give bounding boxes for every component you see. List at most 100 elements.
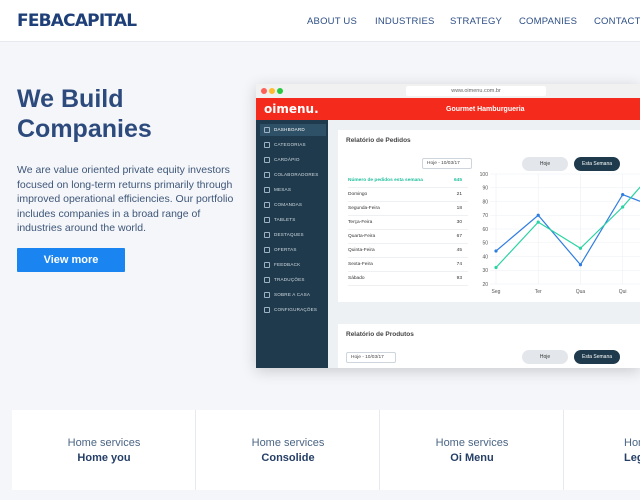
row-label: Segunda-Feira xyxy=(348,206,380,211)
service-name: Legal xyxy=(624,452,640,464)
nav-companies[interactable]: COMPANIES xyxy=(519,16,577,27)
row-label: Quinta-Feira xyxy=(348,248,375,253)
dashboard-icon xyxy=(264,127,270,133)
orders-total-row: Número de pedidos esta semana 645 xyxy=(348,174,468,188)
series-point xyxy=(536,220,540,224)
orders-report-card: Relatório de Pedidos Hoje - 10/03/17 Hoj… xyxy=(338,130,640,302)
translate-icon xyxy=(264,277,270,283)
y-tick-label: 70 xyxy=(482,213,488,219)
y-tick-label: 20 xyxy=(482,282,488,288)
browser-chrome: www.oimenu.com.br xyxy=(256,84,640,98)
sidebar-item-tablets: TABLETS xyxy=(260,214,326,226)
sidebar-item-traducoes: TRADUÇÕES xyxy=(260,274,326,286)
chat-icon xyxy=(264,262,270,268)
sidebar-item-feedback: FEEDBACK xyxy=(260,259,326,271)
sidebar-item-label: SOBRE A CASA xyxy=(274,292,311,297)
row-value: 18 xyxy=(456,206,462,211)
x-tick-label: Qua xyxy=(576,289,586,295)
service-category: Home services xyxy=(624,437,640,449)
nav-contact-us[interactable]: CONTACT US xyxy=(594,16,640,27)
row-value: 645 xyxy=(453,178,462,183)
app-sidebar: DASHBOARD CATEGORIAS CARDÁPIO COLABORADO… xyxy=(256,120,328,368)
series-point xyxy=(578,263,583,267)
row-value: 67 xyxy=(456,234,462,239)
row-label: Quarta-Feira xyxy=(348,234,376,239)
categories-icon xyxy=(264,142,270,148)
row-label: Sábado xyxy=(348,276,365,281)
service-card-home-you[interactable]: Home services Home you xyxy=(12,410,196,490)
table-row: Sexta-Feira 74 xyxy=(348,258,468,272)
sidebar-item-comandas: COMANDAS xyxy=(260,199,326,211)
top-nav: FEBACAPITAL ABOUT US INDUSTRIES STRATEGY… xyxy=(0,0,640,42)
orders-icon xyxy=(264,202,270,208)
series-point xyxy=(621,193,625,197)
products-week-button: Esta Semana xyxy=(574,350,620,364)
nav-about-us[interactable]: ABOUT US xyxy=(307,16,357,27)
row-value: 21 xyxy=(456,192,462,197)
logo[interactable]: FEBACAPITAL xyxy=(17,11,137,31)
table-row: Quinta-Feira 45 xyxy=(348,244,468,258)
series-point xyxy=(536,213,540,217)
minimize-dot-icon xyxy=(269,88,275,94)
row-label: Domingo xyxy=(348,192,368,197)
service-category: Home services xyxy=(251,437,325,449)
series-point xyxy=(621,205,625,209)
sidebar-item-cardapio: CARDÁPIO xyxy=(260,154,326,166)
series-point xyxy=(578,246,583,250)
orders-week-button: Esta Semana xyxy=(574,157,620,171)
table-row: Domingo 21 xyxy=(348,188,468,202)
service-card-consolide[interactable]: Home services Consolide xyxy=(196,410,380,490)
sidebar-item-label: DESTAQUES xyxy=(274,232,304,237)
maximize-dot-icon xyxy=(277,88,283,94)
sidebar-item-mesas: MESAS xyxy=(260,184,326,196)
table-icon xyxy=(264,187,270,193)
users-icon xyxy=(264,172,270,178)
sidebar-item-label: MESAS xyxy=(274,187,292,192)
y-tick-label: 60 xyxy=(482,227,488,233)
sidebar-item-label: TRADUÇÕES xyxy=(274,277,305,282)
row-value: 45 xyxy=(456,248,462,253)
sidebar-item-label: CARDÁPIO xyxy=(274,157,300,162)
row-value: 74 xyxy=(456,262,462,267)
y-tick-label: 30 xyxy=(482,268,488,274)
row-label: Terça-Feira xyxy=(348,220,373,225)
app-screenshot: www.oimenu.com.br oimenu. Gourmet Hambur… xyxy=(256,84,640,368)
nav-strategy[interactable]: STRATEGY xyxy=(450,16,502,27)
sidebar-item-ofertas: OFERTAS xyxy=(260,244,326,256)
x-tick-label: Qui xyxy=(619,289,627,295)
series-line xyxy=(495,186,640,268)
menu-icon xyxy=(264,157,270,163)
hero-description: We are value oriented private equity inv… xyxy=(17,164,234,235)
sidebar-item-sobre-a-casa: SOBRE A CASA xyxy=(260,289,326,301)
service-card-legal[interactable]: Home services Legal xyxy=(564,410,640,490)
view-more-button[interactable]: View more xyxy=(17,248,125,272)
service-category: Home services xyxy=(67,437,141,449)
sidebar-item-configuracoes: CONFIGURAÇÕES xyxy=(260,304,326,316)
series-line xyxy=(495,193,640,266)
row-value: 93 xyxy=(456,276,462,281)
orders-date-select: Hoje - 10/03/17 xyxy=(422,158,472,169)
app-content: Relatório de Pedidos Hoje - 10/03/17 Hoj… xyxy=(328,120,640,368)
y-tick-label: 100 xyxy=(480,172,489,178)
table-row: Sábado 93 xyxy=(348,272,468,286)
series-point xyxy=(494,265,498,270)
sidebar-item-dashboard: DASHBOARD xyxy=(260,124,326,136)
x-tick-label: Ter xyxy=(535,289,542,295)
app-logo: oimenu. xyxy=(264,102,319,116)
tablet-icon xyxy=(264,217,270,223)
service-name: Home you xyxy=(77,452,131,464)
sidebar-item-label: DASHBOARD xyxy=(274,127,305,132)
nav-industries[interactable]: INDUSTRIES xyxy=(375,16,435,27)
home-icon xyxy=(264,292,270,298)
table-row: Segunda-Feira 18 xyxy=(348,202,468,216)
app-title: Gourmet Hamburgueria xyxy=(446,106,525,113)
table-row: Terça-Feira 30 xyxy=(348,216,468,230)
gear-icon xyxy=(264,307,270,313)
sidebar-item-label: CONFIGURAÇÕES xyxy=(274,307,318,312)
service-name: Consolide xyxy=(261,452,315,464)
orders-today-button: Hoje xyxy=(522,157,568,171)
service-category: Home services xyxy=(435,437,509,449)
sidebar-item-label: CATEGORIAS xyxy=(274,142,306,147)
service-card-oi-menu[interactable]: Home services Oi Menu xyxy=(380,410,564,490)
star-icon xyxy=(264,232,270,238)
